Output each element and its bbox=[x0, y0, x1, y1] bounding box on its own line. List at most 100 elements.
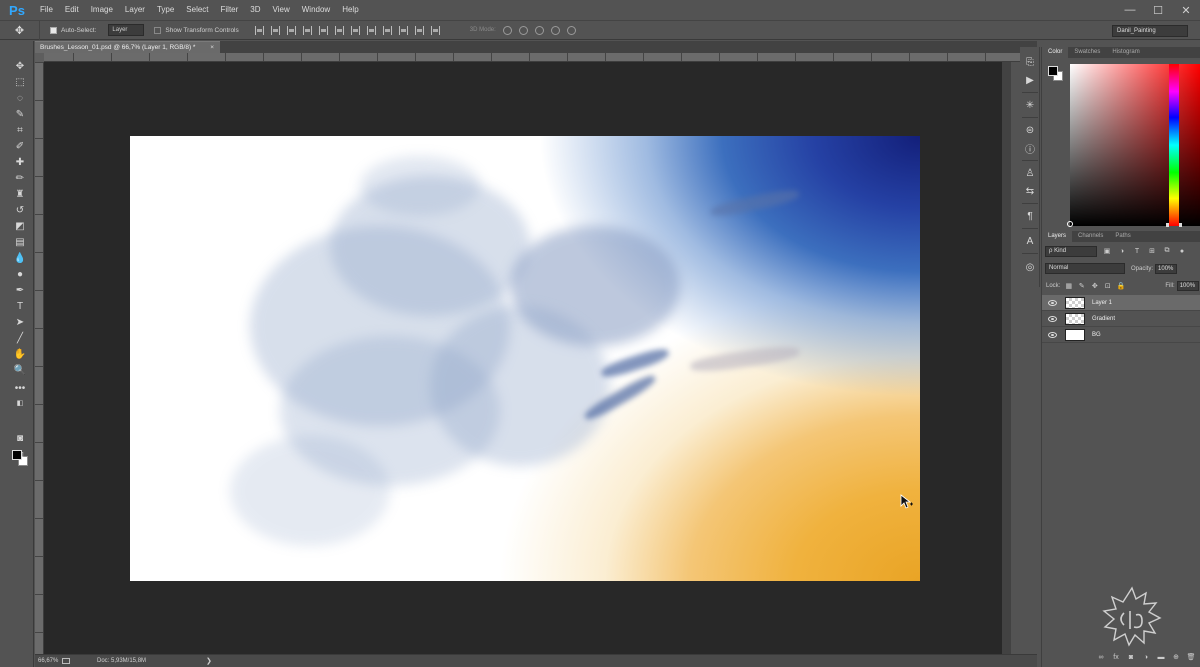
menu-image[interactable]: Image bbox=[85, 0, 119, 20]
line-tool-icon[interactable]: ╱ bbox=[12, 332, 28, 346]
align-left-icon[interactable] bbox=[302, 25, 312, 35]
filter-adjustment-icon[interactable]: ◑ bbox=[1117, 246, 1127, 256]
hue-slider-marker[interactable] bbox=[1166, 223, 1182, 227]
distribute-hcenter-icon[interactable] bbox=[414, 25, 424, 35]
document-tab[interactable]: Brushes_Lesson_01.psd @ 66,7% (Layer 1, … bbox=[35, 41, 220, 53]
maximize-button[interactable]: ☐ bbox=[1144, 0, 1172, 20]
color-field-marker[interactable] bbox=[1067, 221, 1073, 227]
clone-stamp-tool-icon[interactable]: ♜ bbox=[12, 188, 28, 202]
history-panel-icon[interactable]: ⎘ bbox=[1023, 55, 1037, 69]
pen-tool-icon[interactable]: ✒ bbox=[12, 284, 28, 298]
status-menu-arrow-icon[interactable]: ❯ bbox=[206, 657, 212, 665]
filter-smart-object-icon[interactable]: ⧉ bbox=[1162, 246, 1172, 256]
color-panel-foreground-swatch[interactable] bbox=[1048, 66, 1058, 76]
auto-select-target-dropdown[interactable]: Layer bbox=[108, 24, 145, 36]
foreground-color-swatch[interactable] bbox=[12, 450, 22, 460]
actions-panel-icon[interactable]: ▶ bbox=[1023, 73, 1037, 87]
filter-type-icon[interactable]: T bbox=[1132, 246, 1142, 256]
close-button[interactable]: ✕ bbox=[1172, 0, 1200, 20]
adjustments-panel-icon[interactable]: ⊜ bbox=[1023, 123, 1037, 137]
eraser-tool-icon[interactable]: ◩ bbox=[12, 220, 28, 234]
3d-roll-icon[interactable] bbox=[518, 25, 528, 35]
layer-filter-kind-dropdown[interactable]: ρ Kind bbox=[1045, 245, 1097, 257]
tab-histogram[interactable]: Histogram bbox=[1106, 47, 1145, 58]
menu-select[interactable]: Select bbox=[180, 0, 214, 20]
marquee-tool-icon[interactable]: ⬚ bbox=[12, 76, 28, 90]
align-vcenter-icon[interactable] bbox=[270, 25, 280, 35]
menu-edit[interactable]: Edit bbox=[59, 0, 85, 20]
document-canvas[interactable] bbox=[130, 136, 920, 581]
share-icon[interactable] bbox=[62, 658, 70, 664]
properties-panel-icon[interactable]: ⇆ bbox=[1023, 184, 1037, 198]
link-layers-icon[interactable]: ∞ bbox=[1097, 653, 1105, 661]
blur-tool-icon[interactable]: 💧 bbox=[12, 252, 28, 266]
add-mask-icon[interactable]: ◙ bbox=[1127, 653, 1135, 661]
blend-mode-dropdown[interactable]: Normal bbox=[1045, 263, 1125, 274]
close-document-icon[interactable]: × bbox=[210, 42, 214, 53]
zoom-level[interactable]: 66,67% bbox=[35, 658, 59, 664]
color-field[interactable] bbox=[1070, 64, 1200, 226]
3d-scale-icon[interactable] bbox=[566, 25, 576, 35]
transform-controls-checkbox[interactable] bbox=[154, 26, 162, 34]
visibility-eye-icon[interactable] bbox=[1048, 315, 1057, 322]
distribute-vcenter-icon[interactable] bbox=[366, 25, 376, 35]
menu-3d[interactable]: 3D bbox=[244, 0, 266, 20]
distribute-bottom-icon[interactable] bbox=[382, 25, 392, 35]
lasso-tool-icon[interactable]: ◌ bbox=[12, 92, 28, 106]
eyedropper-tool-icon[interactable]: ✐ bbox=[12, 140, 28, 154]
brush-settings-icon[interactable]: ✳ bbox=[1023, 98, 1037, 112]
quick-selection-tool-icon[interactable]: ✎ bbox=[12, 108, 28, 122]
layer-style-icon[interactable]: fx bbox=[1112, 653, 1120, 661]
distribute-top-icon[interactable] bbox=[350, 25, 360, 35]
tab-layers[interactable]: Layers bbox=[1042, 231, 1073, 242]
align-bottom-icon[interactable] bbox=[286, 25, 296, 35]
fill-field[interactable]: 100% bbox=[1176, 280, 1199, 291]
filter-shape-icon[interactable]: ⊞ bbox=[1147, 246, 1157, 256]
clone-source-icon[interactable]: ♙ bbox=[1023, 166, 1037, 180]
layer-row-layer-1[interactable]: Layer 1 bbox=[1042, 295, 1200, 311]
menu-type[interactable]: Type bbox=[151, 0, 180, 20]
tab-swatches[interactable]: Swatches bbox=[1068, 47, 1106, 58]
menu-filter[interactable]: Filter bbox=[215, 0, 245, 20]
edit-toolbar-icon[interactable]: ••• bbox=[12, 382, 28, 396]
gradient-tool-icon[interactable]: ▤ bbox=[12, 236, 28, 250]
minimize-button[interactable]: — bbox=[1116, 0, 1144, 20]
new-layer-icon[interactable]: ⊕ bbox=[1172, 653, 1180, 661]
default-colors-icon[interactable]: ◧ bbox=[12, 396, 28, 410]
distribute-right-icon[interactable] bbox=[430, 25, 440, 35]
history-brush-tool-icon[interactable]: ↺ bbox=[12, 204, 28, 218]
distribute-left-icon[interactable] bbox=[398, 25, 408, 35]
ruler-origin[interactable] bbox=[35, 53, 44, 62]
crop-tool-icon[interactable]: ⌗ bbox=[12, 124, 28, 138]
new-group-icon[interactable]: ▬ bbox=[1157, 653, 1165, 661]
move-tool-preset-icon[interactable]: ✥ bbox=[0, 20, 40, 40]
visibility-eye-icon[interactable] bbox=[1048, 331, 1057, 338]
hue-slider[interactable] bbox=[1169, 64, 1179, 226]
auto-select-checkbox[interactable] bbox=[50, 26, 57, 34]
layer-row-gradient[interactable]: Gradient bbox=[1042, 311, 1200, 327]
tab-color[interactable]: Color bbox=[1042, 47, 1069, 58]
path-selection-tool-icon[interactable]: ➤ bbox=[12, 316, 28, 330]
menu-file[interactable]: File bbox=[34, 0, 59, 20]
type-tool-icon[interactable]: T bbox=[12, 300, 28, 314]
3d-pan-icon[interactable] bbox=[534, 25, 544, 35]
filter-pixel-icon[interactable]: ▣ bbox=[1102, 246, 1112, 256]
move-tool-icon[interactable]: ✥ bbox=[12, 60, 28, 74]
new-adjustment-layer-icon[interactable]: ◑ bbox=[1142, 653, 1150, 661]
3d-slide-icon[interactable] bbox=[550, 25, 560, 35]
quick-mask-icon[interactable]: ◙ bbox=[12, 432, 28, 446]
character-panel-icon[interactable]: A bbox=[1023, 234, 1037, 248]
hand-tool-icon[interactable]: ✋ bbox=[12, 348, 28, 362]
menu-layer[interactable]: Layer bbox=[119, 0, 151, 20]
workspace-switcher[interactable]: Danil_Painting bbox=[1112, 25, 1188, 37]
dodge-tool-icon[interactable]: ● bbox=[12, 268, 28, 282]
lock-transparent-icon[interactable]: ▦ bbox=[1064, 281, 1073, 290]
menu-window[interactable]: Window bbox=[296, 0, 336, 20]
layer-row-bg[interactable]: BG bbox=[1042, 327, 1200, 343]
3d-rotate-icon[interactable] bbox=[502, 25, 512, 35]
opacity-field[interactable]: 100% bbox=[1155, 263, 1178, 274]
horizontal-ruler[interactable] bbox=[35, 53, 1037, 62]
healing-brush-tool-icon[interactable]: ✚ bbox=[12, 156, 28, 170]
lock-position-icon[interactable]: ✥ bbox=[1090, 281, 1099, 290]
3d-panel-icon[interactable]: ◎ bbox=[1023, 260, 1037, 274]
